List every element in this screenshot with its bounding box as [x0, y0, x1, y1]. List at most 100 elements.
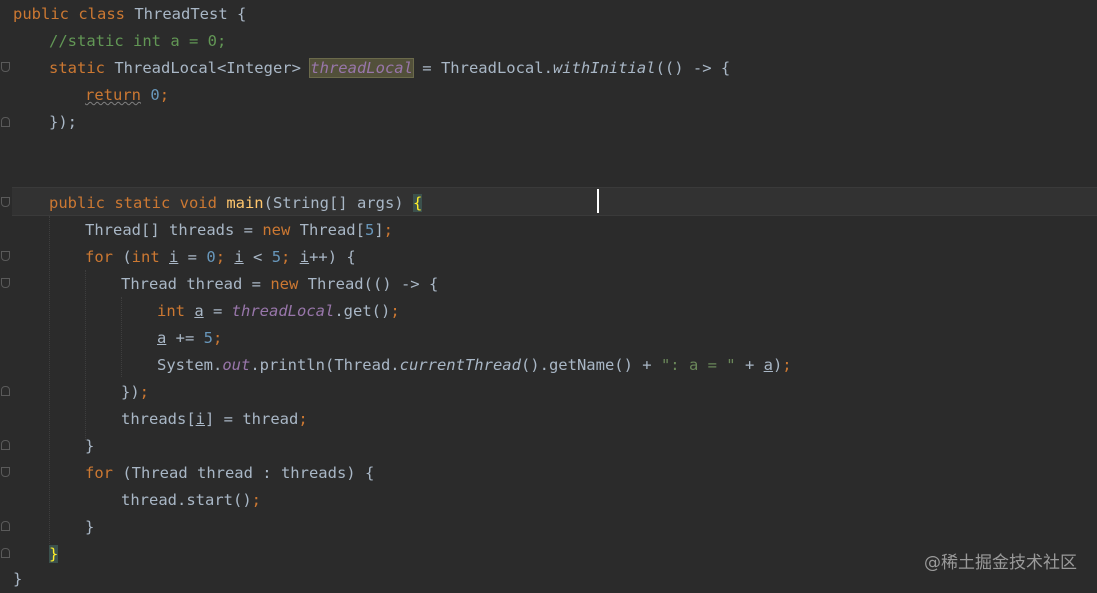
code-line[interactable]: //static int a = 0;: [49, 28, 226, 55]
code-token: +: [735, 356, 764, 374]
code-token: i: [234, 248, 244, 266]
code-line[interactable]: Thread thread = new Thread(() -> {: [121, 271, 438, 298]
code-line[interactable]: a += 5;: [157, 325, 222, 352]
code-token: ): [772, 356, 783, 374]
code-token: {: [412, 194, 423, 212]
code-token: a: [763, 356, 773, 374]
code-token: });: [49, 113, 77, 131]
code-token: (: [122, 248, 132, 266]
code-token: }: [49, 545, 59, 563]
code-line[interactable]: static ThreadLocal<Integer> threadLocal …: [49, 55, 730, 82]
code-token: ;: [159, 86, 170, 104]
code-token: i: [195, 410, 205, 428]
code-token: Thread thread =: [121, 275, 271, 293]
code-token: =: [178, 248, 207, 266]
code-token: i: [169, 248, 179, 266]
code-token: }: [85, 437, 95, 455]
fold-marker-icon[interactable]: [1, 278, 10, 288]
code-token: ] = thread: [205, 410, 299, 428]
code-line[interactable]: }: [85, 514, 94, 541]
fold-marker-icon[interactable]: [1, 386, 10, 396]
code-token: for: [85, 464, 123, 482]
code-token: i: [299, 248, 310, 266]
code-line[interactable]: int a = threadLocal.get();: [157, 298, 400, 325]
code-token: static: [49, 59, 115, 77]
code-token: ;: [139, 383, 150, 401]
code-token: out: [222, 356, 251, 374]
code-token: <: [243, 248, 272, 266]
code-token: ;: [782, 356, 792, 374]
code-token: System.: [157, 356, 223, 374]
code-line[interactable]: }: [49, 541, 59, 568]
code-token: ]: [374, 221, 384, 239]
code-line[interactable]: Thread[] threads = new Thread[5];: [85, 217, 393, 244]
code-token: return: [85, 86, 141, 104]
code-token: ;: [390, 302, 400, 320]
fold-marker-icon[interactable]: [1, 197, 10, 207]
code-token: main: [226, 194, 264, 212]
code-token: ;: [215, 248, 235, 266]
code-token: .get(): [334, 302, 391, 320]
code-token: ThreadTest {: [134, 5, 247, 23]
code-token: +=: [166, 329, 204, 347]
code-token: }: [13, 570, 23, 588]
fold-marker-icon[interactable]: [1, 62, 10, 72]
code-token: ++) {: [309, 248, 356, 266]
code-token: new: [262, 221, 300, 239]
fold-marker-icon[interactable]: [1, 548, 10, 558]
code-token: ;: [213, 329, 223, 347]
code-token: currentThread: [399, 356, 521, 374]
code-token: ": a = ": [660, 356, 736, 374]
indent-guide: [85, 270, 86, 440]
code-token: }): [121, 383, 140, 401]
code-line[interactable]: public static void main(String[] args) {: [49, 190, 423, 217]
code-token: ;: [298, 410, 308, 428]
code-token: (Thread thread : threads) {: [122, 464, 375, 482]
code-line[interactable]: for (int i = 0; i < 5; i++) {: [85, 244, 356, 271]
code-token: for: [85, 248, 123, 266]
indent-guide: [49, 216, 50, 546]
code-token: 0: [150, 86, 160, 104]
code-token: threads[: [121, 410, 196, 428]
code-token: public class: [13, 5, 135, 23]
code-token: int: [157, 302, 195, 320]
code-token: 5: [364, 221, 375, 239]
code-line[interactable]: System.out.println(Thread.currentThread(…: [157, 352, 792, 379]
code-line[interactable]: }: [85, 433, 94, 460]
code-token: threadLocal: [309, 58, 414, 78]
code-token: = ThreadLocal.: [412, 59, 553, 77]
watermark: @稀土掘金技术社区: [924, 553, 1077, 573]
code-editor[interactable]: public class ThreadTest { //static int a…: [0, 0, 1097, 593]
code-token: Thread(() -> {: [307, 275, 439, 293]
text-caret: [597, 189, 599, 213]
code-token: ThreadLocal<Integer>: [114, 59, 311, 77]
code-token: ;: [281, 248, 300, 266]
fold-marker-icon[interactable]: [1, 117, 10, 127]
code-token: a: [194, 302, 204, 320]
code-line[interactable]: public class ThreadTest {: [13, 1, 246, 28]
code-line[interactable]: for (Thread thread : threads) {: [85, 460, 374, 487]
code-line[interactable]: return 0;: [85, 82, 169, 109]
fold-marker-icon[interactable]: [1, 467, 10, 477]
code-token: =: [203, 302, 232, 320]
fold-marker-icon[interactable]: [1, 521, 10, 531]
code-token: thread.start(): [121, 491, 252, 509]
code-token: int: [131, 248, 169, 266]
code-token: public static void: [49, 194, 227, 212]
code-token: //static int a = 0;: [49, 32, 227, 50]
code-token: .println(Thread.: [250, 356, 400, 374]
code-token: Thread[: [299, 221, 365, 239]
code-line[interactable]: });: [49, 109, 77, 136]
code-token: Thread[] threads =: [85, 221, 263, 239]
indent-guide: [121, 297, 122, 377]
code-line[interactable]: });: [121, 379, 149, 406]
code-token: 5: [203, 329, 214, 347]
fold-marker-icon[interactable]: [1, 251, 10, 261]
code-token: new: [270, 275, 308, 293]
editor-gutter[interactable]: [0, 0, 12, 593]
fold-marker-icon[interactable]: [1, 440, 10, 450]
code-line[interactable]: threads[i] = thread;: [121, 406, 308, 433]
code-line[interactable]: }: [13, 566, 22, 593]
code-line[interactable]: thread.start();: [121, 487, 261, 514]
